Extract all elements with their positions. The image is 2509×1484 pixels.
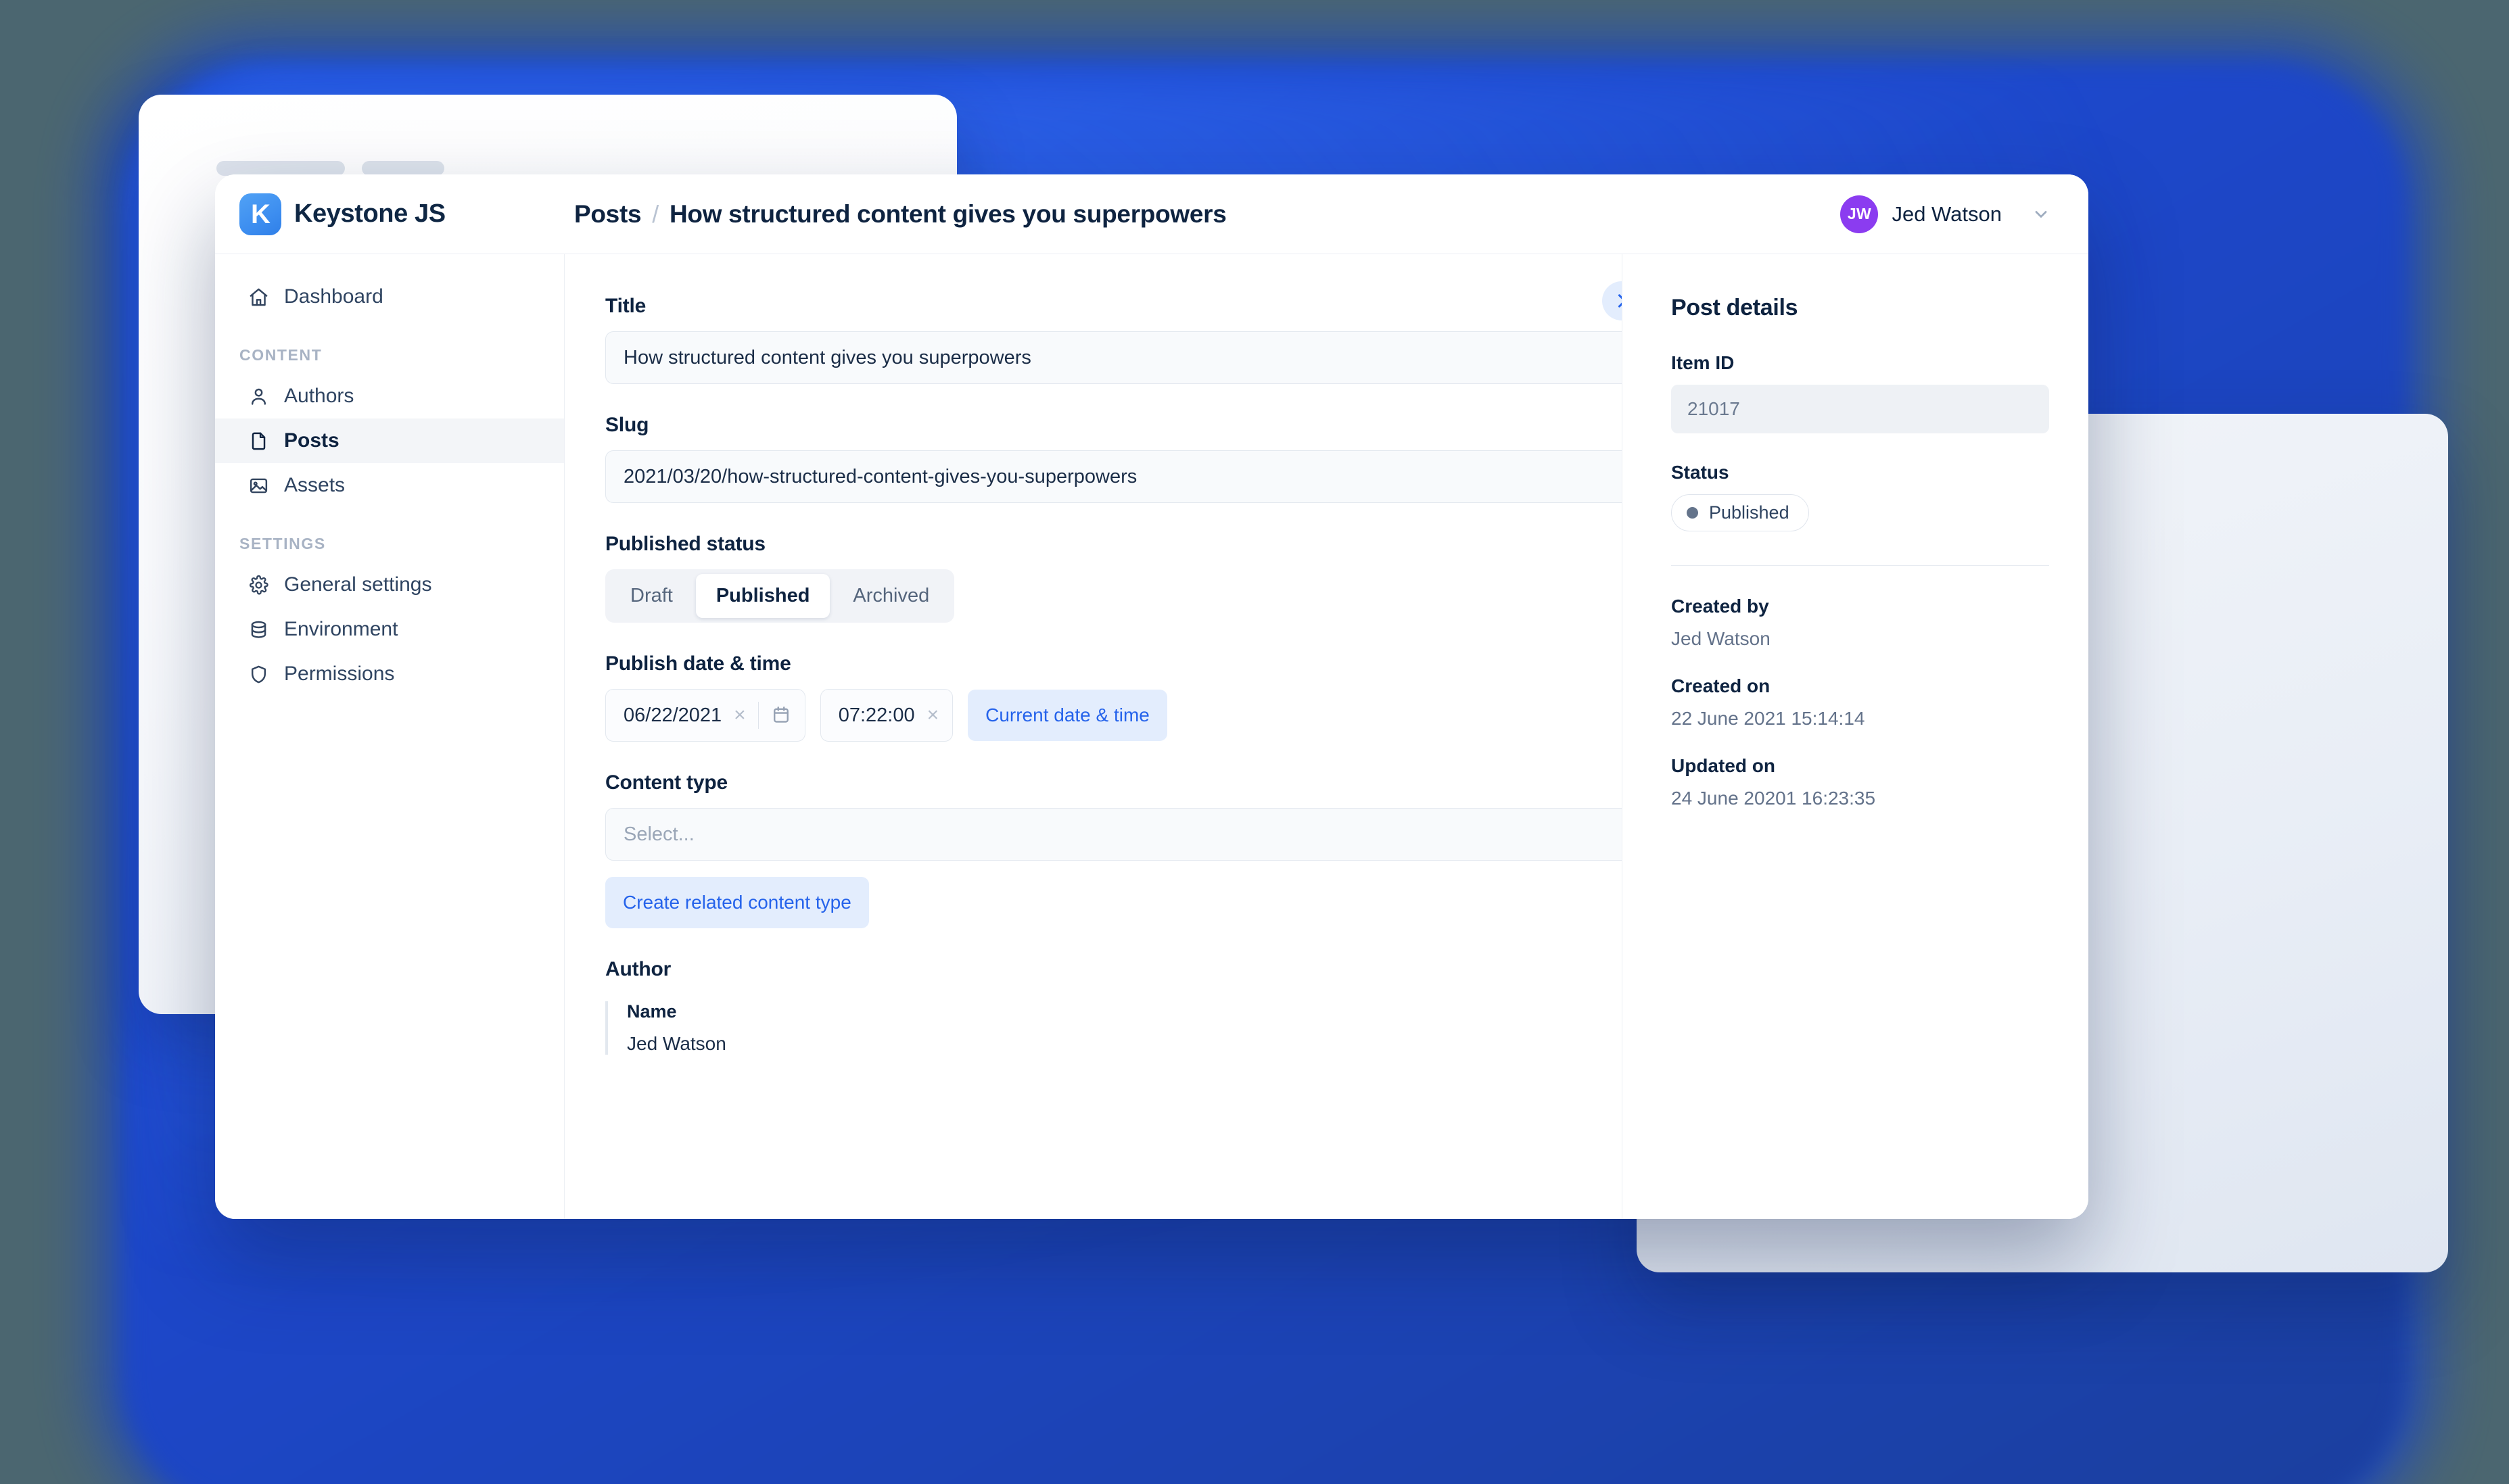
- breadcrumb: Posts / How structured content gives you…: [565, 200, 1840, 229]
- brand-name: Keystone JS: [294, 199, 446, 228]
- created-by-group: Created by Jed Watson: [1671, 596, 2049, 650]
- keystone-logo-icon: K: [239, 193, 281, 235]
- field-label-publish-datetime: Publish date & time: [605, 652, 791, 675]
- segment-draft[interactable]: Draft: [610, 574, 693, 618]
- updated-on-label: Updated on: [1671, 755, 1775, 776]
- sidebar-item-permissions[interactable]: Permissions: [215, 652, 564, 696]
- logo-letter: K: [251, 199, 271, 229]
- created-on-label: Created on: [1671, 675, 1771, 696]
- shield-icon: [248, 663, 269, 685]
- sidebar-nav: Dashboard CONTENT Authors Posts Assets S…: [215, 254, 565, 1219]
- top-bar: K Keystone JS Posts / How structured con…: [215, 174, 2088, 254]
- published-status-segmented-control: Draft Published Archived: [605, 569, 955, 623]
- field-slug: Slug 2021/03/20/how-structured-content-g…: [605, 414, 1622, 503]
- post-details-panel: Post details Item ID 21017 Status Publis…: [1622, 254, 2088, 1219]
- slug-input[interactable]: 2021/03/20/how-structured-content-gives-…: [605, 450, 1622, 503]
- sidebar-item-label: Assets: [284, 474, 346, 496]
- main-form: Title How structured content gives you s…: [565, 254, 1622, 1219]
- image-icon: [248, 475, 269, 496]
- field-published-status: Published status Draft Published Archive…: [605, 533, 1622, 623]
- sidebar-section-settings-title: SETTINGS: [239, 535, 326, 552]
- title-input[interactable]: How structured content gives you superpo…: [605, 331, 1622, 384]
- divider: [1671, 565, 2049, 566]
- document-icon: [248, 430, 269, 452]
- segment-published[interactable]: Published: [695, 574, 830, 618]
- screenshot-stage: K Keystone JS Posts / How structured con…: [0, 0, 2509, 1484]
- app-window: K Keystone JS Posts / How structured con…: [215, 174, 2088, 1219]
- sidebar-item-assets[interactable]: Assets: [215, 463, 564, 508]
- sidebar-item-environment[interactable]: Environment: [215, 607, 564, 652]
- item-id-value: 21017: [1671, 385, 2049, 433]
- current-datetime-button[interactable]: Current date & time: [968, 690, 1167, 741]
- brand-block[interactable]: K Keystone JS: [215, 193, 565, 235]
- clear-time-icon[interactable]: ×: [927, 705, 939, 725]
- updated-on-value: 24 June 20201 16:23:35: [1671, 788, 1876, 809]
- field-label-author: Author: [605, 958, 672, 980]
- author-name-label: Name: [627, 1001, 677, 1022]
- breadcrumb-current: How structured content gives you superpo…: [669, 199, 1227, 228]
- breadcrumb-separator: /: [652, 199, 659, 228]
- home-icon: [248, 286, 269, 308]
- skeleton-pill: [216, 161, 345, 176]
- sidebar-item-label: Authors: [284, 385, 354, 407]
- sidebar-section-content-title: CONTENT: [239, 346, 323, 364]
- segment-archived[interactable]: Archived: [833, 574, 949, 618]
- user-menu[interactable]: JW Jed Watson: [1840, 195, 2088, 233]
- publish-date-picker[interactable]: 06/22/2021 ×: [605, 689, 805, 742]
- created-by-label: Created by: [1671, 596, 1769, 617]
- field-title: Title How structured content gives you s…: [605, 295, 1622, 384]
- app-body: Dashboard CONTENT Authors Posts Assets S…: [215, 254, 2088, 1219]
- sidebar-item-dashboard[interactable]: Dashboard: [215, 274, 564, 319]
- item-id-label: Item ID: [1671, 352, 1735, 373]
- publish-datetime-row: 06/22/2021 × 07:22:00 × Current date & t…: [605, 689, 1622, 742]
- publish-date-value: 06/22/2021: [624, 704, 722, 726]
- status-label: Status: [1671, 462, 1729, 483]
- publish-time-picker[interactable]: 07:22:00 ×: [820, 689, 954, 742]
- status-dot-icon: [1687, 507, 1698, 519]
- field-author: Author Name Jed Watson: [605, 958, 1622, 1055]
- sidebar-item-label: Environment: [284, 618, 398, 640]
- divider: [757, 702, 759, 729]
- field-label-slug: Slug: [605, 414, 649, 436]
- sidebar-item-label: Permissions: [284, 663, 395, 685]
- sidebar-item-posts[interactable]: Posts: [215, 418, 564, 463]
- created-on-value: 22 June 2021 15:14:14: [1671, 708, 1865, 729]
- author-name-value: Jed Watson: [627, 1033, 726, 1054]
- field-label-content-type: Content type: [605, 771, 728, 794]
- created-on-group: Created on 22 June 2021 15:14:14: [1671, 675, 2049, 729]
- sidebar-item-authors[interactable]: Authors: [215, 374, 564, 418]
- publish-time-value: 07:22:00: [838, 704, 915, 726]
- author-relationship-card: Name Jed Watson: [605, 1001, 1622, 1055]
- user-name: Jed Watson: [1892, 201, 2002, 226]
- field-label-published-status: Published status: [605, 533, 766, 555]
- user-icon: [248, 385, 269, 407]
- skeleton-pill: [362, 161, 444, 176]
- calendar-icon[interactable]: [771, 704, 791, 726]
- avatar-initials: JW: [1847, 205, 1871, 222]
- post-details-title: Post details: [1671, 295, 1798, 320]
- status-badge: Published: [1671, 494, 1809, 531]
- avatar: JW: [1840, 195, 1879, 233]
- field-publish-datetime: Publish date & time 06/22/2021 × 07:22:0…: [605, 652, 1622, 742]
- sidebar-item-label: General settings: [284, 573, 432, 596]
- content-type-select[interactable]: Select...: [605, 808, 1622, 861]
- clear-date-icon[interactable]: ×: [734, 705, 746, 725]
- sidebar-item-label: Posts: [284, 429, 339, 452]
- database-icon: [248, 619, 269, 640]
- status-badge-label: Published: [1709, 502, 1789, 523]
- field-content-type: Content type Select... Create related co…: [605, 771, 1622, 928]
- gear-icon: [248, 574, 269, 596]
- field-label-title: Title: [605, 295, 647, 317]
- sidebar-item-general-settings[interactable]: General settings: [215, 563, 564, 607]
- create-related-content-type-button[interactable]: Create related content type: [605, 877, 869, 928]
- sidebar-item-label: Dashboard: [284, 285, 383, 308]
- created-by-value: Jed Watson: [1671, 628, 1771, 649]
- breadcrumb-parent-link[interactable]: Posts: [574, 200, 642, 229]
- updated-on-group: Updated on 24 June 20201 16:23:35: [1671, 755, 2049, 809]
- chevron-down-icon: [2032, 205, 2050, 224]
